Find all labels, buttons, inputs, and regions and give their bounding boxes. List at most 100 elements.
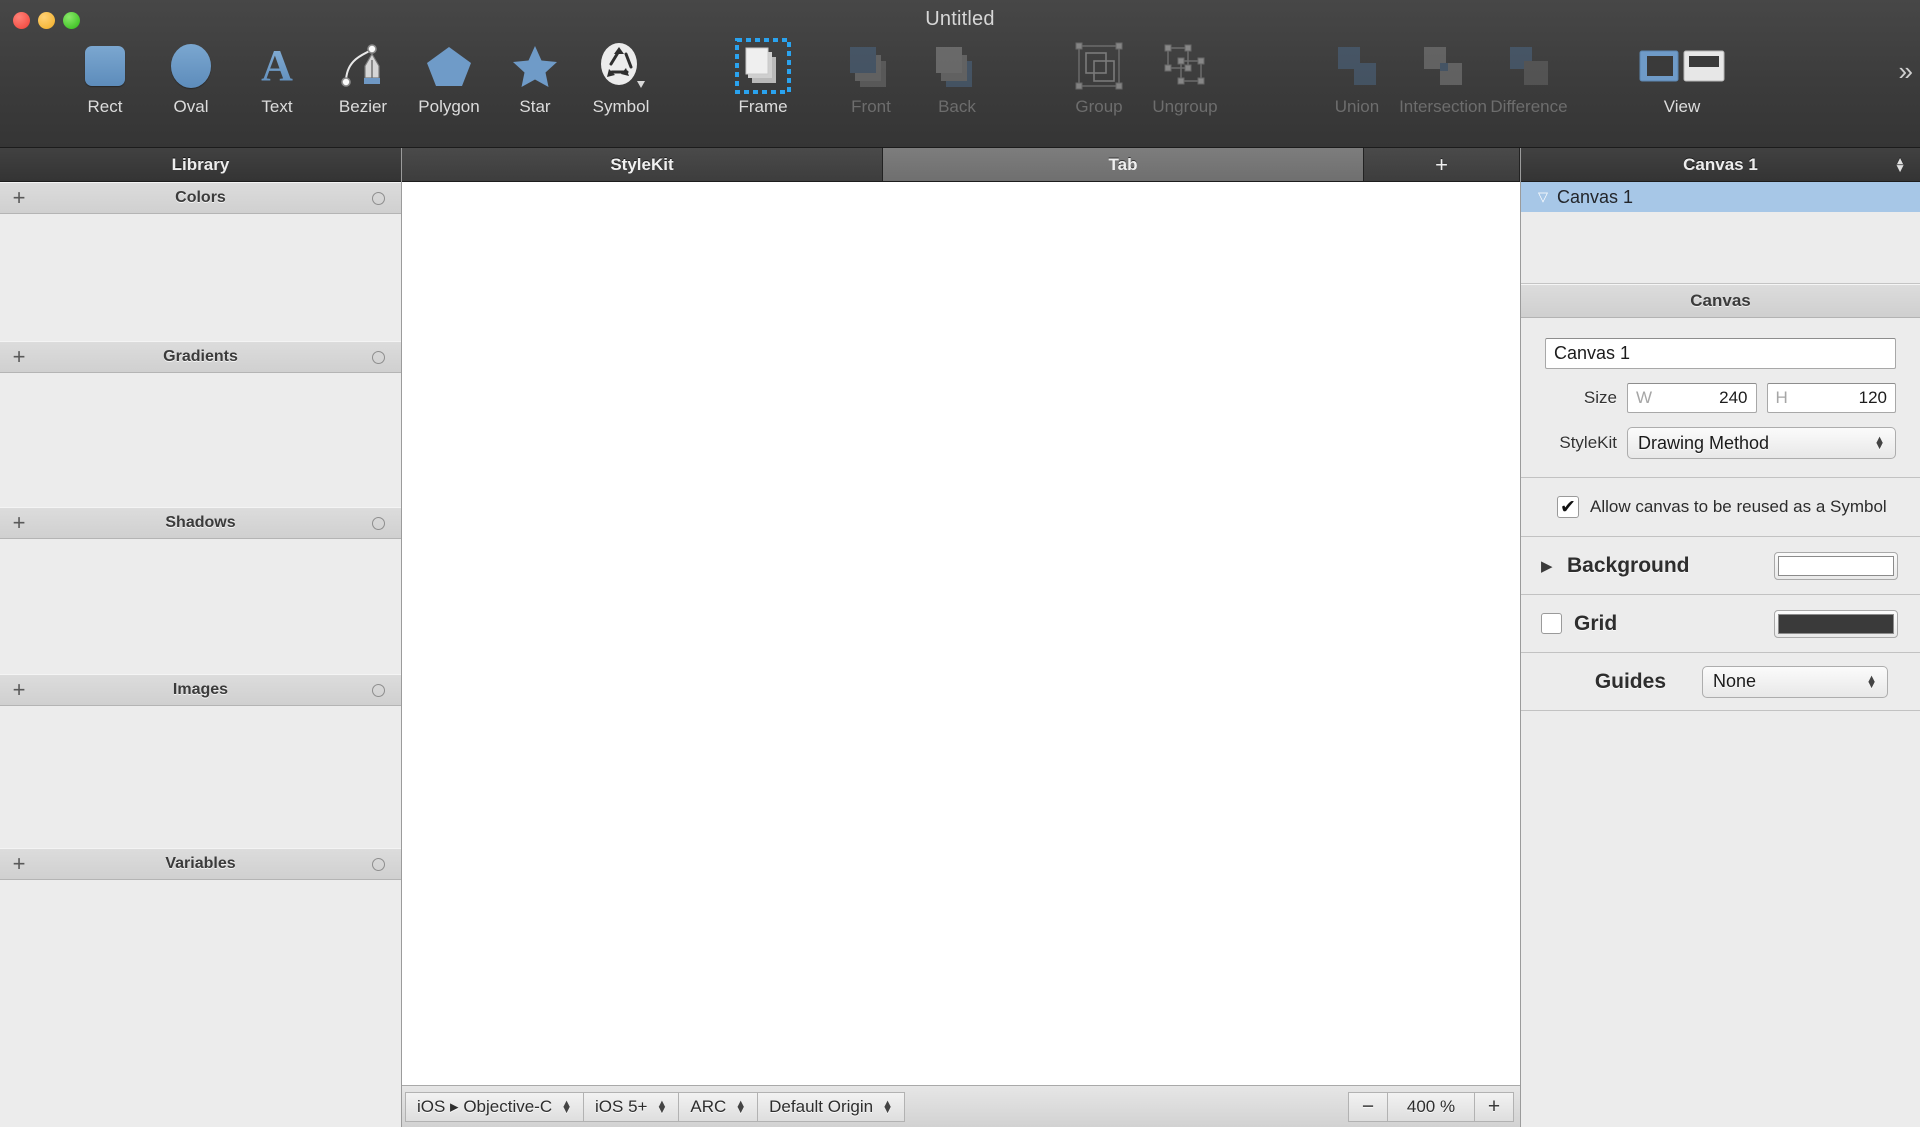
zoom-level: 400 % — [1388, 1091, 1474, 1122]
guides-popup[interactable]: None ▲ ▼ — [1702, 665, 1888, 698]
tool-text[interactable]: A Text — [234, 36, 320, 116]
inspector-title: Canvas 1 — [1683, 154, 1758, 174]
disclosure-triangle-icon[interactable]: ▽ — [1538, 189, 1548, 205]
tool-frame[interactable]: Frame — [720, 36, 806, 115]
chevron-updown-icon: ▲ ▼ — [561, 1097, 573, 1116]
grid-label: Grid — [1574, 611, 1618, 635]
grid-row[interactable]: Grid — [1521, 595, 1920, 653]
inspector-empty-area — [1521, 711, 1920, 1127]
background-row[interactable]: ▶ Background — [1521, 537, 1920, 595]
tool-label: Bezier — [338, 97, 388, 116]
tool-label: Frame — [738, 97, 788, 116]
tool-view[interactable]: View — [1628, 36, 1736, 115]
circle-icon[interactable] — [372, 857, 385, 871]
bring-front-icon — [846, 38, 896, 94]
library-variables-content[interactable] — [0, 880, 401, 1127]
reuse-symbol-row[interactable]: ✔ Allow canvas to be reused as a Symbol — [1521, 478, 1920, 537]
tool-label: Difference — [1490, 97, 1568, 116]
chevron-updown-icon: ▲ ▼ — [1874, 434, 1885, 452]
outline-item-canvas-1[interactable]: ▽ Canvas 1 — [1521, 182, 1920, 212]
symbol-recycle-icon — [595, 38, 647, 94]
grid-color-swatch[interactable] — [1774, 609, 1898, 638]
library-shadows-content[interactable] — [0, 539, 401, 674]
library-section-colors[interactable]: + Colors — [0, 182, 401, 214]
library-images-content[interactable] — [0, 706, 401, 848]
tool-label: Rect — [87, 97, 123, 116]
plus-icon: + — [1435, 151, 1448, 177]
library-colors-content[interactable] — [0, 214, 401, 341]
circle-icon[interactable] — [372, 516, 385, 530]
tool-union[interactable]: Union — [1314, 36, 1400, 115]
canvas-column: StyleKit Tab + iOS ▸ Objective-C ▲ ▼ iOS … — [402, 148, 1520, 1127]
inspector-panel: Canvas 1 ▲▼ ▽ Canvas 1 Canvas Size W 240 — [1520, 148, 1920, 1127]
height-input[interactable]: H 120 — [1766, 383, 1896, 413]
tool-bring-front[interactable]: Front — [828, 36, 914, 115]
tool-label: Back — [938, 97, 976, 116]
tab-tab[interactable]: Tab — [883, 148, 1364, 181]
width-value: 240 — [1719, 388, 1748, 407]
tool-label: Front — [851, 97, 891, 116]
text-icon: A — [261, 41, 293, 90]
library-section-gradients[interactable]: + Gradients — [0, 341, 401, 373]
zoom-out-button[interactable]: − — [1348, 1091, 1388, 1122]
tool-label: Polygon — [418, 97, 480, 116]
tool-intersection[interactable]: Intersection — [1399, 36, 1487, 116]
chevron-updown-icon: ▲ ▼ — [656, 1097, 668, 1116]
toolbar-overflow-icon[interactable]: » — [1899, 58, 1914, 84]
grid-checkbox[interactable] — [1541, 613, 1562, 634]
library-section-shadows[interactable]: + Shadows — [0, 507, 401, 539]
width-input[interactable]: W 240 — [1627, 383, 1757, 413]
main-content: Library + Colors + Gradients + Shadows +… — [0, 148, 1920, 1127]
tool-symbol[interactable]: Symbol — [578, 36, 664, 115]
background-color-swatch[interactable] — [1774, 551, 1898, 580]
tool-rect[interactable]: Rect — [62, 36, 148, 115]
canvas-name-input[interactable] — [1545, 338, 1896, 369]
guides-row: Guides None ▲ ▼ — [1521, 653, 1920, 711]
tab-stylekit[interactable]: StyleKit — [402, 148, 883, 181]
tool-ungroup[interactable]: Ungroup — [1142, 36, 1228, 115]
tool-bezier[interactable]: Bezier — [320, 36, 406, 115]
circle-icon[interactable] — [372, 191, 385, 205]
circle-icon[interactable] — [372, 683, 385, 697]
star-icon — [512, 38, 558, 94]
oval-icon — [171, 38, 211, 94]
check-icon: ✔ — [1560, 496, 1576, 518]
memory-model-popup[interactable]: ARC ▲ ▼ — [679, 1091, 759, 1122]
section-label: Colors — [175, 189, 226, 206]
tool-star[interactable]: Star — [492, 36, 578, 115]
zoom-in-button[interactable]: + — [1474, 1091, 1514, 1122]
size-row: Size W 240 H 120 — [1545, 383, 1896, 413]
tab-bar: StyleKit Tab + — [402, 148, 1520, 182]
reuse-symbol-checkbox[interactable]: ✔ — [1557, 496, 1579, 518]
tool-difference[interactable]: Difference — [1486, 36, 1572, 115]
library-section-variables[interactable]: + Variables — [0, 848, 401, 880]
tool-label: Intersection — [1399, 97, 1487, 116]
deployment-target-popup[interactable]: iOS 5+ ▲ ▼ — [584, 1091, 680, 1122]
intersection-icon — [1418, 38, 1468, 94]
guides-label: Guides — [1594, 669, 1666, 693]
popup-label: iOS 5+ — [595, 1096, 648, 1116]
library-section-images[interactable]: + Images — [0, 674, 401, 706]
circle-icon[interactable] — [372, 350, 385, 364]
origin-popup[interactable]: Default Origin ▲ ▼ — [758, 1091, 905, 1122]
group-icon — [1074, 38, 1124, 94]
tool-send-back[interactable]: Back — [914, 36, 1000, 115]
outline-empty-area — [1521, 212, 1920, 284]
tool-label: View — [1663, 97, 1701, 116]
disclosure-triangle-icon[interactable]: ▶ — [1541, 557, 1555, 575]
platform-language-popup[interactable]: iOS ▸ Objective-C ▲ ▼ — [405, 1091, 585, 1122]
height-placeholder: H — [1775, 388, 1788, 407]
tool-polygon[interactable]: Polygon — [406, 36, 492, 115]
tool-label: Text — [261, 97, 293, 116]
tool-group[interactable]: Group — [1056, 36, 1142, 115]
tool-label: Star — [519, 97, 551, 116]
popup-label: iOS ▸ Objective-C — [417, 1096, 553, 1116]
tool-oval[interactable]: Oval — [148, 36, 234, 115]
drawing-canvas[interactable] — [402, 182, 1520, 1085]
stylekit-label: StyleKit — [1559, 433, 1617, 452]
add-tab-button[interactable]: + — [1364, 148, 1520, 181]
chevron-updown-icon: ▲ ▼ — [1866, 672, 1877, 691]
stylekit-popup[interactable]: Drawing Method ▲ ▼ — [1627, 427, 1896, 459]
chevron-updown-icon[interactable]: ▲ ▼ — [1894, 155, 1906, 174]
library-gradients-content[interactable] — [0, 373, 401, 507]
